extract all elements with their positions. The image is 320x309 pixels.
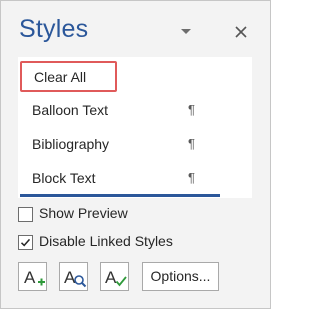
new-style-icon: A (24, 268, 45, 287)
style-item-label: Bibliography (32, 136, 110, 152)
svg-text:A: A (24, 268, 36, 287)
new-style-button[interactable]: A (18, 262, 47, 291)
style-item-label: Block Text (32, 170, 96, 186)
style-item-label: Balloon Text (32, 102, 109, 118)
selected-item-indicator (20, 194, 220, 197)
manage-styles-button[interactable]: A (100, 262, 129, 291)
styles-pane: Styles Clear All Balloon Text ¶ Bibliogr… (0, 0, 271, 309)
style-item-bibliography[interactable]: Bibliography ¶ (18, 127, 252, 161)
close-pane-button[interactable] (230, 21, 252, 43)
checkmark-icon (20, 238, 31, 247)
triangle-down-icon (181, 29, 191, 34)
show-preview-checkbox[interactable] (18, 207, 33, 222)
svg-text:A: A (105, 268, 117, 287)
style-item-clear-all[interactable]: Clear All (18, 57, 252, 92)
paragraph-style-icon: ¶ (188, 136, 195, 151)
pane-options-dropdown[interactable] (176, 23, 196, 39)
show-preview-label: Show Preview (39, 205, 128, 221)
style-item-label: Clear All (34, 69, 87, 85)
close-x-icon (235, 26, 247, 38)
style-inspector-button[interactable]: A (59, 262, 88, 291)
disable-linked-styles-checkbox[interactable] (18, 235, 33, 250)
style-item-block-text[interactable]: Block Text ¶ (18, 161, 252, 195)
style-inspector-icon: A (64, 268, 87, 288)
style-item-balloon-text[interactable]: Balloon Text ¶ (18, 93, 252, 127)
options-button[interactable]: Options... (142, 262, 219, 291)
pane-title: Styles (19, 15, 89, 43)
paragraph-style-icon: ¶ (188, 170, 195, 185)
clear-all-highlight: Clear All (20, 61, 117, 92)
manage-styles-icon: A (105, 268, 127, 287)
svg-text:A: A (64, 268, 76, 287)
paragraph-style-icon: ¶ (188, 102, 195, 117)
disable-linked-styles-label: Disable Linked Styles (39, 233, 173, 249)
styles-list: Clear All Balloon Text ¶ Bibliography ¶ … (18, 57, 252, 198)
